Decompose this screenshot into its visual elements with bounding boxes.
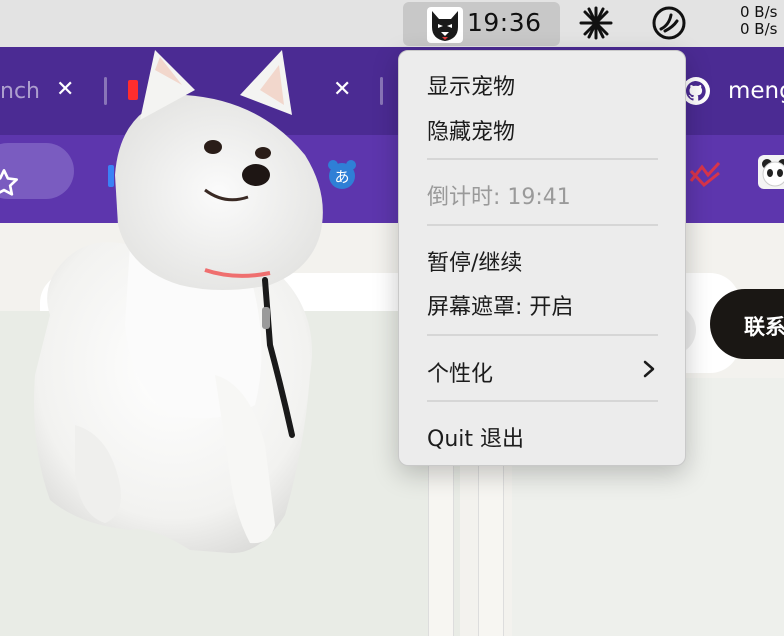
- menu-separator: [427, 224, 658, 226]
- column-divider: [428, 463, 454, 636]
- menu-item-show-pet[interactable]: 显示宠物: [427, 69, 515, 101]
- net-upload: 0 B/s: [740, 3, 778, 21]
- pet-app-menu-item[interactable]: 19:36: [403, 2, 560, 46]
- red-extension-icon[interactable]: [688, 159, 722, 189]
- github-tab-label[interactable]: meng: [728, 78, 784, 104]
- column-divider: [478, 463, 504, 636]
- pet-dog-image[interactable]: [20, 45, 350, 560]
- tab-separator: [380, 77, 383, 105]
- panda-extension-icon[interactable]: [758, 155, 784, 189]
- net-download: 0 B/s: [740, 20, 778, 38]
- circle-icon[interactable]: [651, 5, 687, 41]
- pet-context-menu: 显示宠物 隐藏宠物 倒计时: 19:41 暂停/继续 屏幕遮罩: 开启 个性化 …: [398, 50, 686, 466]
- menu-item-quit[interactable]: Quit 退出: [427, 421, 524, 453]
- menu-separator: [427, 334, 658, 336]
- contact-button-label: 联系: [744, 315, 784, 339]
- star-icon[interactable]: [0, 167, 20, 199]
- menu-item-screen-mask[interactable]: 屏幕遮罩: 开启: [427, 289, 573, 321]
- contact-button[interactable]: 联系: [710, 289, 784, 359]
- menu-separator: [427, 158, 658, 160]
- menu-item-countdown: 倒计时: 19:41: [427, 185, 571, 210]
- network-speed: 0 B/s 0 B/s: [740, 4, 777, 38]
- macos-menu-bar: 19:36 0 B/s 0 B/s: [0, 0, 784, 47]
- timer-readout: 19:36: [467, 8, 542, 37]
- pet-app-icon: [427, 7, 463, 43]
- menu-item-pause-resume[interactable]: 暂停/继续: [427, 245, 522, 277]
- menu-separator: [427, 400, 658, 402]
- sparkle-icon[interactable]: [578, 5, 614, 41]
- menu-item-hide-pet[interactable]: 隐藏宠物: [427, 114, 515, 146]
- chevron-right-icon: [643, 360, 655, 378]
- menu-item-personalize[interactable]: 个性化: [427, 356, 493, 388]
